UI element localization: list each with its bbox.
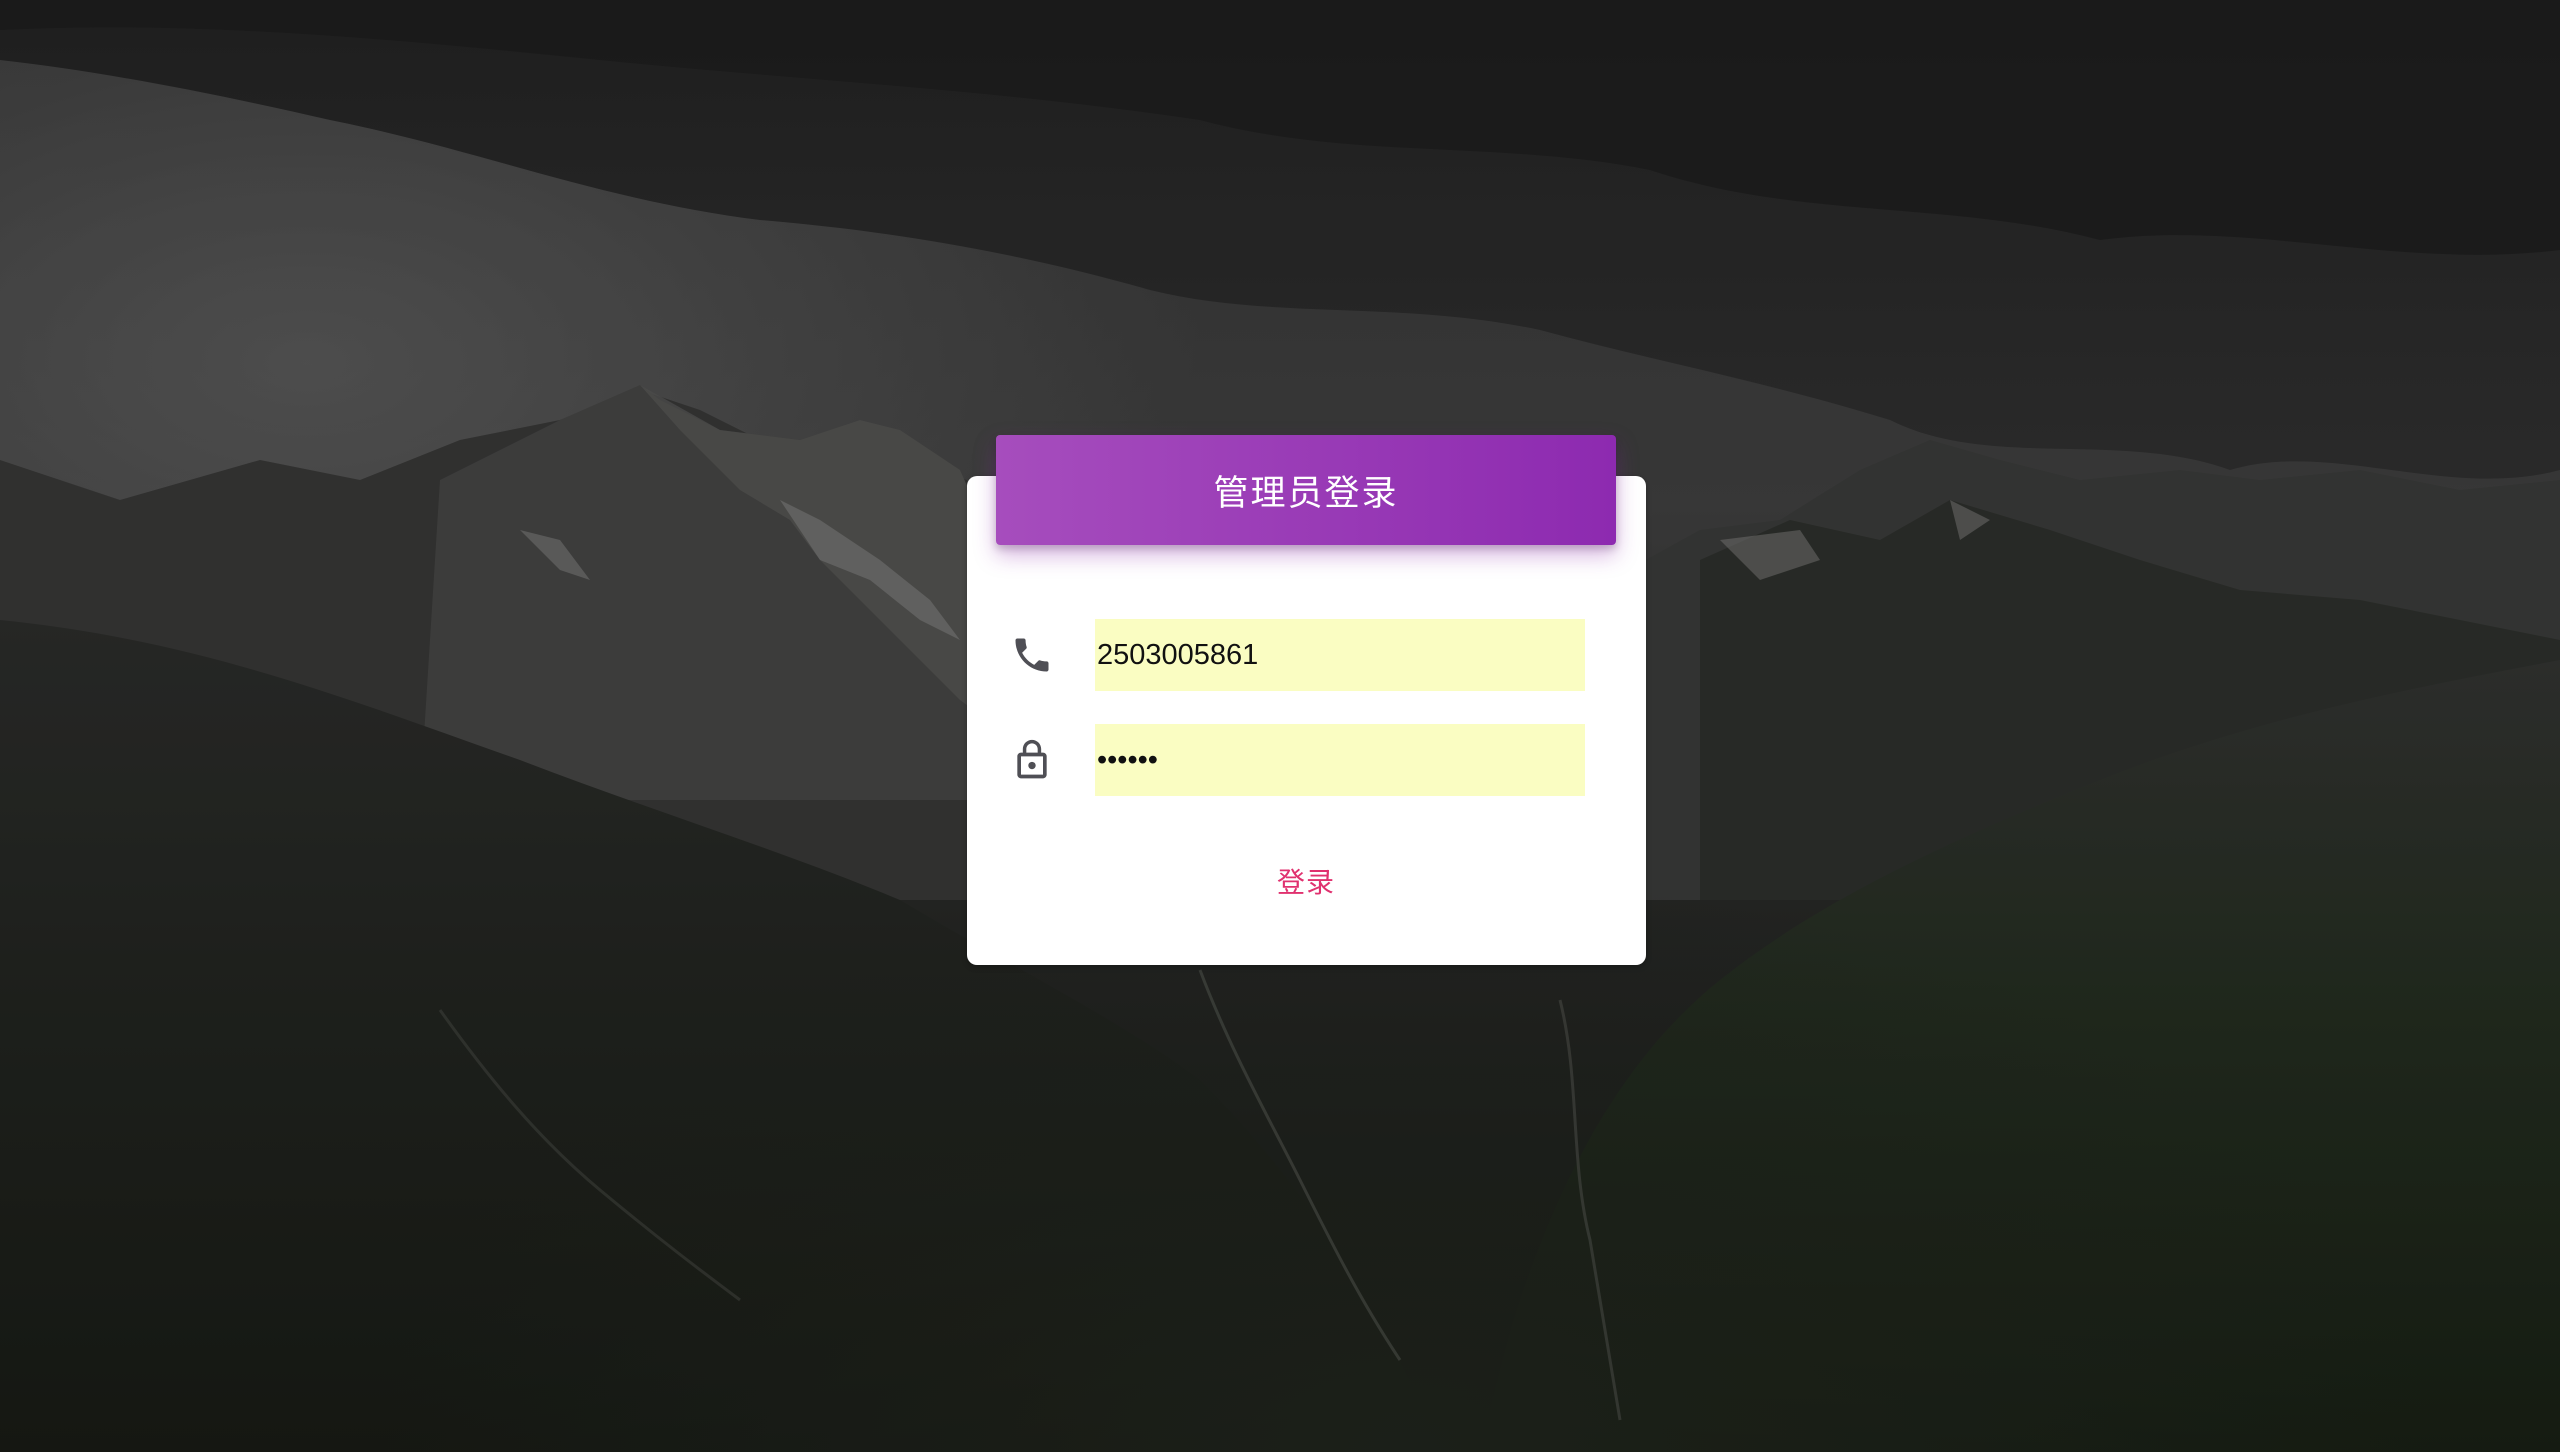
login-button[interactable]: 登录 [1226,852,1386,910]
lock-icon [1010,738,1054,782]
phone-input[interactable]: 2503005861 [1095,619,1585,691]
password-field-row: •••••• [1010,724,1586,796]
password-input[interactable]: •••••• [1095,724,1585,796]
login-page: 管理员登录 2503005861 •••••• 登录 [0,0,2560,1452]
phone-icon [1010,633,1054,677]
login-title: 管理员登录 [1213,473,1399,514]
phone-field-row: 2503005861 [1010,619,1586,691]
login-card-header: 管理员登录 [996,435,1616,545]
